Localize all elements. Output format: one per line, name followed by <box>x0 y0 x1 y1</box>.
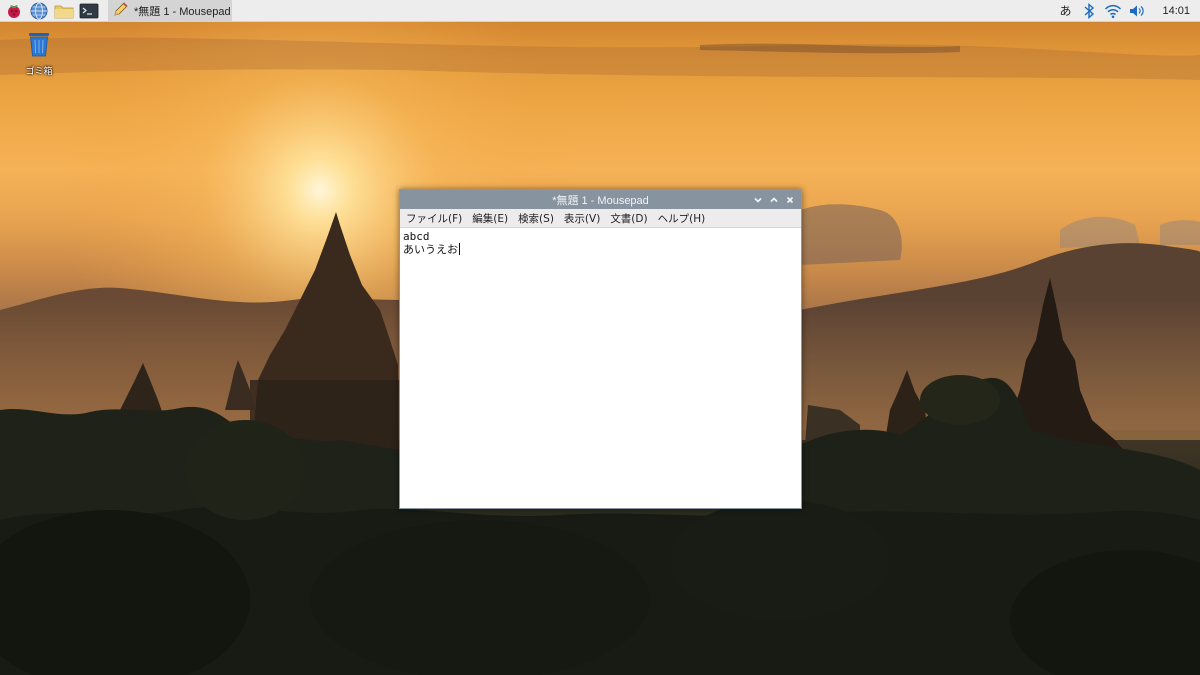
window-titlebar[interactable]: *無題 1 - Mousepad <box>400 190 801 209</box>
mousepad-window: *無題 1 - Mousepad ファイル(F) 編集(E) 検索(S) 表示(… <box>399 189 802 509</box>
maximize-button[interactable] <box>766 192 782 208</box>
close-button[interactable] <box>782 192 798 208</box>
taskbar-task-label: *無題 1 - Mousepad <box>134 5 231 18</box>
menu-edit[interactable]: 編集(E) <box>467 211 513 226</box>
input-method-indicator[interactable]: あ <box>1054 0 1076 22</box>
text-editor-area[interactable]: abcd あいうえお <box>400 228 801 508</box>
trash-icon <box>24 30 54 62</box>
window-title: *無題 1 - Mousepad <box>552 194 649 207</box>
editor-line: あいうえお <box>403 243 798 256</box>
volume-icon[interactable] <box>1126 0 1148 22</box>
menu-document[interactable]: 文書(D) <box>605 211 652 226</box>
menu-help[interactable]: ヘルプ(H) <box>653 211 711 226</box>
clock[interactable]: 14:01 <box>1162 5 1190 17</box>
raspberry-menu-icon[interactable] <box>3 0 25 22</box>
menu-view[interactable]: 表示(V) <box>559 211 605 226</box>
file-manager-icon[interactable] <box>53 0 75 22</box>
editor-line-text: あいうえお <box>403 243 458 256</box>
top-panel: *無題 1 - Mousepad あ 14:01 <box>0 0 1200 22</box>
minimize-button[interactable] <box>750 192 766 208</box>
menu-file[interactable]: ファイル(F) <box>400 211 467 226</box>
desktop-icon-label: ゴミ箱 <box>25 67 53 77</box>
text-editor-icon <box>113 1 129 20</box>
wifi-icon[interactable] <box>1102 0 1124 22</box>
terminal-icon[interactable] <box>78 0 100 22</box>
menu-bar: ファイル(F) 編集(E) 検索(S) 表示(V) 文書(D) ヘルプ(H) <box>400 209 801 228</box>
bluetooth-icon[interactable] <box>1078 0 1100 22</box>
desktop-icon-trash[interactable]: ゴミ箱 <box>20 30 58 77</box>
editor-line-text: abcd <box>403 230 430 243</box>
web-browser-icon[interactable] <box>28 0 50 22</box>
editor-line: abcd <box>403 230 798 243</box>
text-caret <box>459 243 460 255</box>
taskbar-mousepad-task[interactable]: *無題 1 - Mousepad <box>108 0 232 22</box>
menu-search[interactable]: 検索(S) <box>513 211 559 226</box>
